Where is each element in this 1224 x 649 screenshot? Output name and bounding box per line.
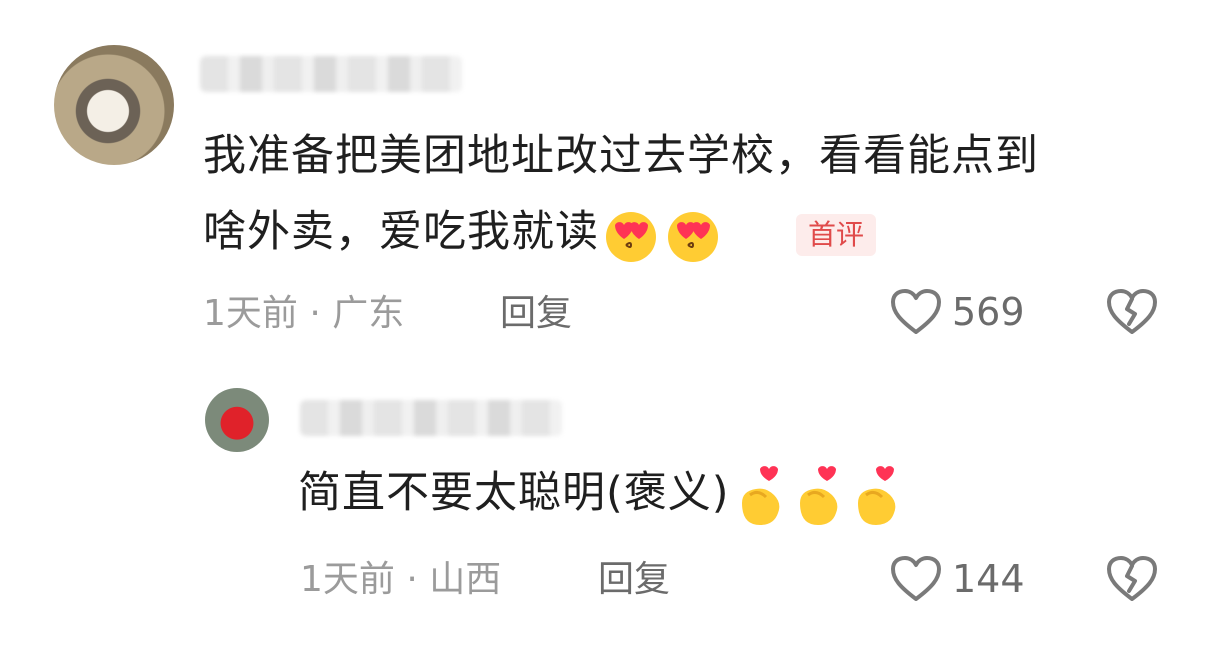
reply-button[interactable]: 回复	[598, 556, 670, 604]
like-button[interactable]: 569	[890, 288, 1025, 336]
like-count: 144	[952, 557, 1025, 601]
like-button[interactable]: 144	[890, 555, 1025, 603]
heart-outline-icon	[891, 289, 941, 334]
broken-heart-icon	[1107, 289, 1157, 334]
heart-eyes-emoji	[606, 211, 656, 262]
comment-meta: 1天前 · 山西	[300, 556, 501, 604]
finger-heart-emoji	[741, 465, 779, 525]
comment-text-line: 简直不要太聪明(褒义)	[298, 461, 904, 529]
comment-time: 1天前	[300, 559, 395, 600]
username-blurred[interactable]	[300, 400, 562, 436]
meta-separator: ·	[309, 293, 321, 334]
comment-location: 山西	[429, 559, 502, 600]
broken-heart-icon	[1107, 556, 1157, 601]
dislike-button[interactable]	[1106, 288, 1158, 340]
like-count: 569	[952, 290, 1025, 334]
first-comment-badge: 首评	[796, 214, 877, 256]
comment-text: 啥外卖，爱吃我就读	[203, 207, 599, 257]
heart-eyes-emoji	[668, 211, 718, 262]
reply-button[interactable]: 回复	[500, 290, 572, 338]
comment-text: 我准备把美团地址改过去学校，看看能点到	[203, 131, 1039, 181]
avatar[interactable]	[205, 388, 269, 452]
comment-text-line: 我准备把美团地址改过去学校，看看能点到	[203, 124, 1039, 188]
comment-meta: 1天前 · 广东	[203, 290, 404, 338]
comment-text-line: 啥外卖，爱吃我就读	[203, 200, 723, 264]
comment-time: 1天前	[203, 293, 298, 334]
avatar[interactable]	[54, 45, 174, 165]
heart-outline-icon	[891, 556, 941, 601]
comment-text: 简直不要太聪明(褒义)	[298, 468, 730, 518]
dislike-button[interactable]	[1106, 555, 1158, 607]
finger-heart-emoji	[799, 465, 837, 525]
meta-separator: ·	[406, 559, 418, 600]
username-blurred[interactable]	[200, 56, 462, 92]
comment-location: 广东	[332, 293, 405, 334]
finger-heart-emoji	[857, 465, 895, 525]
